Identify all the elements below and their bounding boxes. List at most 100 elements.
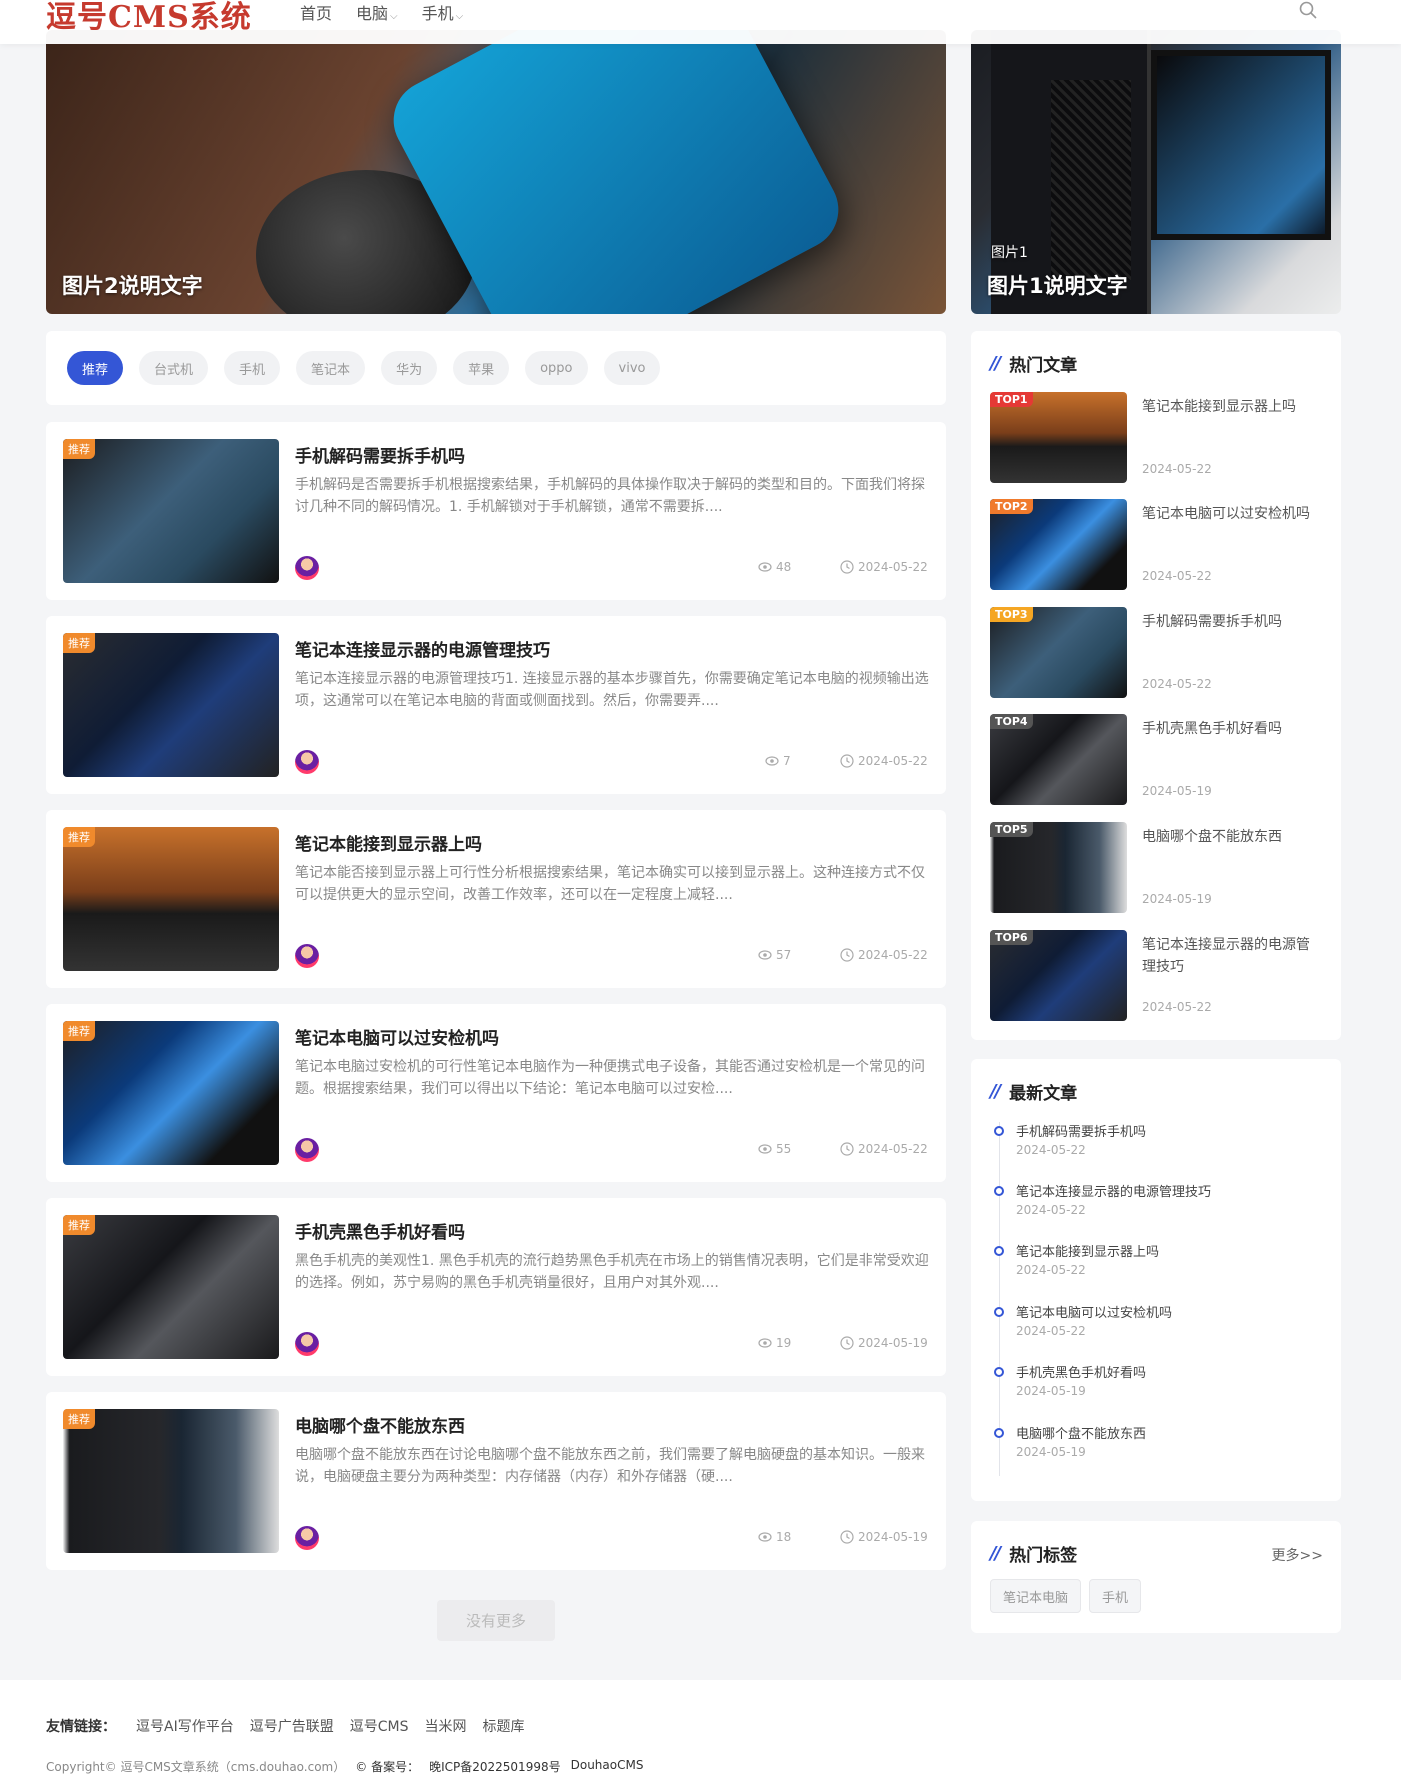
hot-tags-title: 热门标签 — [1009, 1546, 1078, 1566]
article-thumbnail[interactable]: 推荐 — [63, 1409, 279, 1553]
view-count: 7 — [765, 754, 791, 768]
powered-by-link[interactable]: DouhaoCMS — [571, 1758, 644, 1775]
tab-apple[interactable]: 苹果 — [453, 351, 510, 385]
latest-item-title[interactable]: 手机壳黑色手机好看吗 — [1016, 1362, 1146, 1381]
eye-icon — [758, 1338, 772, 1348]
friend-link[interactable]: 逗号广告联盟 — [250, 1716, 334, 1736]
category-tabs: 推荐 台式机 手机 笔记本 华为 苹果 oppo vivo — [46, 331, 946, 405]
article-thumbnail[interactable]: 推荐 — [63, 827, 279, 971]
tab-huawei[interactable]: 华为 — [381, 351, 438, 385]
author-avatar[interactable] — [295, 556, 319, 580]
view-count: 19 — [758, 1336, 791, 1350]
hot-item[interactable]: TOP1 笔记本能接到显示器上吗 2024-05-22 — [990, 392, 1330, 484]
author-avatar[interactable] — [295, 750, 319, 774]
tab-phone[interactable]: 手机 — [224, 351, 281, 385]
search-icon[interactable] — [1298, 0, 1318, 20]
hot-item-title[interactable]: 笔记本连接显示器的电源管理技巧 — [1142, 934, 1317, 978]
article-card[interactable]: 推荐 笔记本连接显示器的电源管理技巧 笔记本连接显示器的电源管理技巧1. 连接显… — [46, 616, 946, 794]
article-title[interactable]: 手机解码需要拆手机吗 — [295, 442, 465, 467]
latest-item-title[interactable]: 手机解码需要拆手机吗 — [1016, 1121, 1146, 1140]
article-title[interactable]: 笔记本能接到显示器上吗 — [295, 830, 482, 855]
tab-oppo[interactable]: oppo — [525, 351, 588, 385]
article-card[interactable]: 推荐 电脑哪个盘不能放东西 电脑哪个盘不能放东西在讨论电脑哪个盘不能放东西之前，… — [46, 1392, 946, 1570]
clock-icon — [840, 1530, 854, 1544]
tag-item[interactable]: 笔记本电脑 — [990, 1579, 1082, 1613]
hot-thumbnail[interactable]: TOP3 — [990, 607, 1127, 698]
rank-badge: TOP4 — [990, 714, 1033, 729]
hot-item-title[interactable]: 笔记本能接到显示器上吗 — [1142, 396, 1317, 418]
tag-item[interactable]: 手机 — [1089, 1579, 1142, 1613]
recommend-badge: 推荐 — [63, 1409, 95, 1429]
site-logo[interactable]: 逗号CMS系统 — [46, 0, 252, 36]
timeline-dot-icon — [994, 1246, 1004, 1256]
nav-computer[interactable]: 电脑 ⌵ — [356, 0, 398, 23]
banner-main[interactable]: 图片2说明文字 — [46, 30, 946, 314]
friend-links: 友情链接： 逗号AI写作平台 逗号广告联盟 逗号CMS 当米网 标题库 — [46, 1716, 524, 1736]
hot-item[interactable]: TOP4 手机壳黑色手机好看吗 2024-05-19 — [990, 714, 1330, 806]
hot-item-date: 2024-05-22 — [1142, 677, 1212, 691]
clock-icon — [840, 1336, 854, 1350]
friend-link[interactable]: 当米网 — [424, 1716, 466, 1736]
latest-item-title[interactable]: 笔记本电脑可以过安检机吗 — [1016, 1302, 1172, 1321]
article-thumbnail[interactable]: 推荐 — [63, 1215, 279, 1359]
hot-thumbnail[interactable]: TOP1 — [990, 392, 1127, 483]
beian-link[interactable]: 晚ICP备2022501998号 — [429, 1758, 561, 1775]
tab-recommend[interactable]: 推荐 — [67, 351, 124, 385]
tab-laptop[interactable]: 笔记本 — [296, 351, 366, 385]
banner-side[interactable]: 图片1 图片1说明文字 — [971, 30, 1341, 314]
friend-link[interactable]: 逗号AI写作平台 — [136, 1716, 234, 1736]
hot-item[interactable]: TOP2 笔记本电脑可以过安检机吗 2024-05-22 — [990, 499, 1330, 591]
view-count: 18 — [758, 1530, 791, 1544]
latest-item-title[interactable]: 笔记本连接显示器的电源管理技巧 — [1016, 1181, 1211, 1200]
timeline-dot-icon — [994, 1186, 1004, 1196]
article-title[interactable]: 手机壳黑色手机好看吗 — [295, 1218, 465, 1243]
article-summary: 黑色手机壳的美观性1. 黑色手机壳的流行趋势黑色手机壳在市场上的销售情况表明，它… — [295, 1253, 929, 1291]
article-title[interactable]: 电脑哪个盘不能放东西 — [295, 1412, 465, 1437]
nav-phone[interactable]: 手机 ⌵ — [422, 0, 464, 23]
article-card[interactable]: 推荐 手机壳黑色手机好看吗 黑色手机壳的美观性1. 黑色手机壳的流行趋势黑色手机… — [46, 1198, 946, 1376]
hot-item-date: 2024-05-22 — [1142, 1000, 1212, 1014]
view-count-value: 7 — [783, 754, 791, 768]
author-avatar[interactable] — [295, 1138, 319, 1162]
author-avatar[interactable] — [295, 1526, 319, 1550]
hot-item-title[interactable]: 电脑哪个盘不能放东西 — [1142, 826, 1317, 848]
nav-home[interactable]: 首页 — [300, 0, 332, 23]
hot-thumbnail[interactable]: TOP2 — [990, 499, 1127, 590]
latest-item-title[interactable]: 电脑哪个盘不能放东西 — [1016, 1423, 1146, 1442]
article-thumbnail[interactable]: 推荐 — [63, 1021, 279, 1165]
tab-vivo[interactable]: vivo — [603, 351, 661, 385]
tab-desktop[interactable]: 台式机 — [139, 351, 209, 385]
publish-date: 2024-05-22 — [840, 1142, 928, 1156]
author-avatar[interactable] — [295, 1332, 319, 1356]
friend-link[interactable]: 逗号CMS — [350, 1716, 409, 1736]
latest-item-title[interactable]: 笔记本能接到显示器上吗 — [1016, 1241, 1159, 1260]
article-thumbnail[interactable]: 推荐 — [63, 439, 279, 583]
load-more-button[interactable]: 没有更多 — [437, 1600, 555, 1641]
hot-item[interactable]: TOP6 笔记本连接显示器的电源管理技巧 2024-05-22 — [990, 930, 1330, 1022]
article-title[interactable]: 笔记本连接显示器的电源管理技巧 — [295, 636, 550, 661]
hot-thumbnail[interactable]: TOP4 — [990, 714, 1127, 805]
hot-tags-panel: // 热门标签 更多>> 笔记本电脑 手机 — [971, 1521, 1341, 1633]
clock-icon — [840, 1142, 854, 1156]
article-card[interactable]: 推荐 笔记本能接到显示器上吗 笔记本能否接到显示器上可行性分析根据搜索结果，笔记… — [46, 810, 946, 988]
publish-date-value: 2024-05-22 — [858, 1142, 928, 1156]
hot-item-date: 2024-05-19 — [1142, 892, 1212, 906]
hot-item[interactable]: TOP5 电脑哪个盘不能放东西 2024-05-19 — [990, 822, 1330, 914]
hot-item[interactable]: TOP3 手机解码需要拆手机吗 2024-05-22 — [990, 607, 1330, 699]
article-thumbnail[interactable]: 推荐 — [63, 633, 279, 777]
hot-thumbnail[interactable]: TOP6 — [990, 930, 1127, 1021]
hot-item-title[interactable]: 笔记本电脑可以过安检机吗 — [1142, 503, 1317, 525]
view-count-value: 18 — [776, 1530, 792, 1544]
recommend-badge: 推荐 — [63, 633, 95, 653]
more-tags-link[interactable]: 更多>> — [1272, 1545, 1323, 1565]
banner-side-caption: 图片1说明文字 — [987, 274, 1128, 298]
hot-item-title[interactable]: 手机解码需要拆手机吗 — [1142, 611, 1317, 633]
article-title[interactable]: 笔记本电脑可以过安检机吗 — [295, 1024, 499, 1049]
hot-thumbnail[interactable]: TOP5 — [990, 822, 1127, 913]
hot-item-title[interactable]: 手机壳黑色手机好看吗 — [1142, 718, 1317, 740]
author-avatar[interactable] — [295, 944, 319, 968]
friend-link[interactable]: 标题库 — [482, 1716, 524, 1736]
rank-badge: TOP2 — [990, 499, 1033, 514]
article-card[interactable]: 推荐 手机解码需要拆手机吗 手机解码是否需要拆手机根据搜索结果，手机解码的具体操… — [46, 422, 946, 600]
article-card[interactable]: 推荐 笔记本电脑可以过安检机吗 笔记本电脑过安检机的可行性笔记本电脑作为一种便携… — [46, 1004, 946, 1182]
